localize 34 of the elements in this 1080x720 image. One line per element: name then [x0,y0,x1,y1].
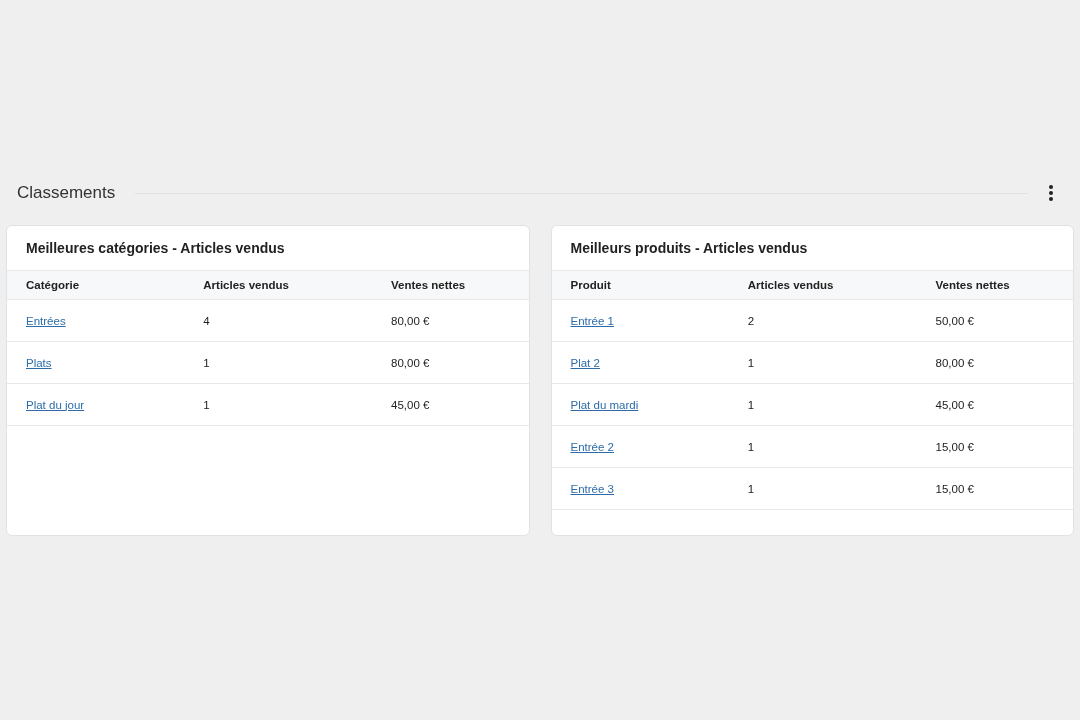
card-title: Meilleurs produits - Articles vendus [570,240,808,256]
table-link[interactable]: Plat du jour [26,398,85,411]
table-cell: 1 [747,482,755,495]
table-link[interactable]: Entrée 3 [570,482,614,495]
table-cell: 45,00 € [391,398,430,411]
column-header: Ventes nettes [934,279,1011,291]
column-header: Articles vendus [746,279,835,291]
table-cell: 80,00 € [391,356,430,369]
table-cell: 2 [747,314,755,327]
table-link[interactable]: Entrées [26,314,66,327]
table-cell: 45,00 € [935,398,974,411]
section-title: Classements [17,183,116,203]
column-header: Catégorie [25,279,81,291]
table-cell: 15,00 € [935,440,974,453]
table-cell: 1 [203,398,210,411]
table-link[interactable]: Entrée 2 [570,440,614,453]
table-link[interactable]: Plats [26,356,52,369]
more-options-icon[interactable] [1048,184,1054,202]
column-header: Produit [569,279,612,291]
table-cell: 80,00 € [391,314,430,327]
table-cell: 4 [203,314,210,327]
table-link[interactable]: Plat du mardi [570,398,639,411]
table-cell: 1 [747,440,755,453]
table-cell: 1 [203,356,210,369]
column-header: Articles vendus [202,279,290,291]
table-cell: 1 [747,398,755,411]
table-link[interactable]: Entrée 1 [570,314,614,327]
table-cell: 15,00 € [935,482,974,495]
card-title: Meilleures catégories - Articles vendus [26,240,285,256]
table-link[interactable]: Plat 2 [570,356,600,369]
table-cell: 80,00 € [935,356,974,369]
column-header: Ventes nettes [390,279,467,291]
table-cell: 1 [747,356,755,369]
table-cell: 50,00 € [935,314,974,327]
